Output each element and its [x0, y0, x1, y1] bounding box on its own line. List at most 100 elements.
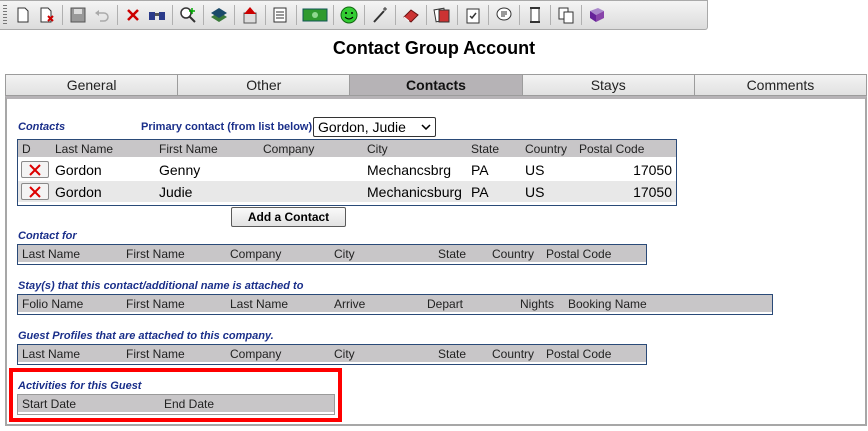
cell-city: Mechancsbrg: [367, 162, 452, 178]
cell-postal-code: 17050: [633, 162, 672, 178]
column-header: First Name: [126, 297, 185, 311]
toolbar: [0, 0, 708, 30]
toolbar-separator: [581, 5, 582, 25]
guest-profiles-section-label: Guest Profiles that are attached to this…: [18, 330, 274, 342]
cell-country: US: [525, 162, 545, 178]
contact-for-table: Last Name First Name Company City State …: [17, 244, 647, 265]
cell-city: Mechanicsburg: [367, 184, 462, 200]
toolbar-separator: [265, 5, 266, 25]
wand-icon[interactable]: [369, 4, 391, 26]
stack-icon[interactable]: [208, 4, 230, 26]
column-header: Booking Name: [568, 297, 647, 311]
add-contact-button[interactable]: Add a Contact: [231, 207, 346, 227]
column-header: Postal Code: [546, 347, 612, 361]
highlight-box: [9, 368, 342, 422]
guest-profiles-table: Last Name First Name Company City State …: [17, 344, 647, 365]
table-header: Last Name First Name Company City State …: [18, 345, 646, 362]
speech-icon[interactable]: [493, 4, 515, 26]
column-header: Postal Code: [546, 247, 612, 261]
contacts-section-label: Contacts: [18, 121, 66, 133]
toolbar-separator: [395, 5, 396, 25]
chevron-down-icon: [421, 124, 431, 130]
table-header: Folio Name First Name Last Name Arrive D…: [18, 295, 772, 312]
money-icon[interactable]: [301, 4, 329, 26]
column-header: Company: [230, 347, 282, 361]
column-header: Nights: [520, 297, 555, 311]
new-icon[interactable]: [12, 4, 34, 26]
column-header: Last Name: [22, 347, 81, 361]
column-header: Depart: [427, 297, 464, 311]
column-header: State: [438, 247, 467, 261]
page-title: Contact Group Account: [332, 38, 536, 58]
toolbar-separator: [117, 5, 118, 25]
toolbar-separator: [457, 5, 458, 25]
cards-icon[interactable]: [431, 4, 453, 26]
delete-row-button[interactable]: [21, 183, 49, 200]
primary-contact-value: Gordon, Judie: [318, 119, 406, 135]
column-header: City: [367, 142, 388, 156]
column-header: First Name: [159, 142, 218, 156]
column-header: Arrive: [334, 297, 366, 311]
column-header: Country: [492, 247, 535, 261]
column-header: Last Name: [55, 142, 114, 156]
delete-row-button[interactable]: [21, 161, 49, 178]
undo-icon[interactable]: [91, 4, 113, 26]
column-header: Postal Code: [579, 142, 645, 156]
table-row: Gordon Judie Mechanicsburg PA US 17050: [18, 181, 676, 202]
toolbar-separator: [62, 5, 63, 25]
scroll-icon[interactable]: [524, 4, 546, 26]
tab-contacts[interactable]: Contacts: [349, 74, 522, 96]
column-header: Last Name: [230, 297, 289, 311]
close-icon: [29, 185, 41, 198]
tab-general[interactable]: General: [5, 74, 178, 96]
close-icon: [29, 163, 41, 176]
primary-contact-select[interactable]: Gordon, Judie: [313, 117, 436, 137]
toolbar-separator: [519, 5, 520, 25]
binoculars-icon[interactable]: [146, 4, 168, 26]
cell-postal-code: 17050: [633, 184, 672, 200]
toolbar-separator: [296, 5, 297, 25]
tab-stays[interactable]: Stays: [521, 74, 694, 96]
column-header: D: [22, 142, 31, 156]
cell-state: PA: [471, 162, 489, 178]
stays-table: Folio Name First Name Last Name Arrive D…: [17, 294, 773, 315]
column-header: Country: [525, 142, 568, 156]
toolbar-separator: [426, 5, 427, 25]
book-icon[interactable]: [586, 4, 608, 26]
clipboard-check-icon[interactable]: [462, 4, 484, 26]
save-icon[interactable]: [67, 4, 89, 26]
print-list-icon[interactable]: [270, 4, 292, 26]
document-copy-icon[interactable]: [555, 4, 577, 26]
eraser-icon[interactable]: [400, 4, 422, 26]
column-header: Folio Name: [22, 297, 84, 311]
toolbar-separator: [550, 5, 551, 25]
cell-state: PA: [471, 184, 489, 200]
delete-icon[interactable]: [122, 4, 144, 26]
new-copy-icon[interactable]: [36, 4, 58, 26]
column-header: City: [334, 347, 355, 361]
toolbar-separator: [364, 5, 365, 25]
tab-comments[interactable]: Comments: [693, 74, 868, 96]
contacts-table: D Last Name First Name Company City Stat…: [17, 139, 677, 206]
cell-first-name: Judie: [159, 184, 193, 200]
column-header: Last Name: [22, 247, 81, 261]
toolbar-separator: [333, 5, 334, 25]
primary-contact-label: Primary contact (from list below): [141, 121, 313, 133]
column-header: Country: [492, 347, 535, 361]
toolbar-grip[interactable]: [3, 5, 7, 25]
cell-last-name: Gordon: [55, 184, 102, 200]
upload-icon[interactable]: [239, 4, 261, 26]
toolbar-separator: [203, 5, 204, 25]
column-header: First Name: [126, 347, 185, 361]
find-add-icon[interactable]: [177, 4, 199, 26]
table-header: D Last Name First Name Company City Stat…: [18, 140, 676, 157]
toolbar-separator: [488, 5, 489, 25]
cell-country: US: [525, 184, 545, 200]
toolbar-separator: [172, 5, 173, 25]
column-header: State: [438, 347, 467, 361]
cell-last-name: Gordon: [55, 162, 102, 178]
column-header: Company: [230, 247, 282, 261]
tab-other[interactable]: Other: [177, 74, 350, 96]
smiley-icon[interactable]: [338, 4, 360, 26]
column-header: State: [471, 142, 500, 156]
